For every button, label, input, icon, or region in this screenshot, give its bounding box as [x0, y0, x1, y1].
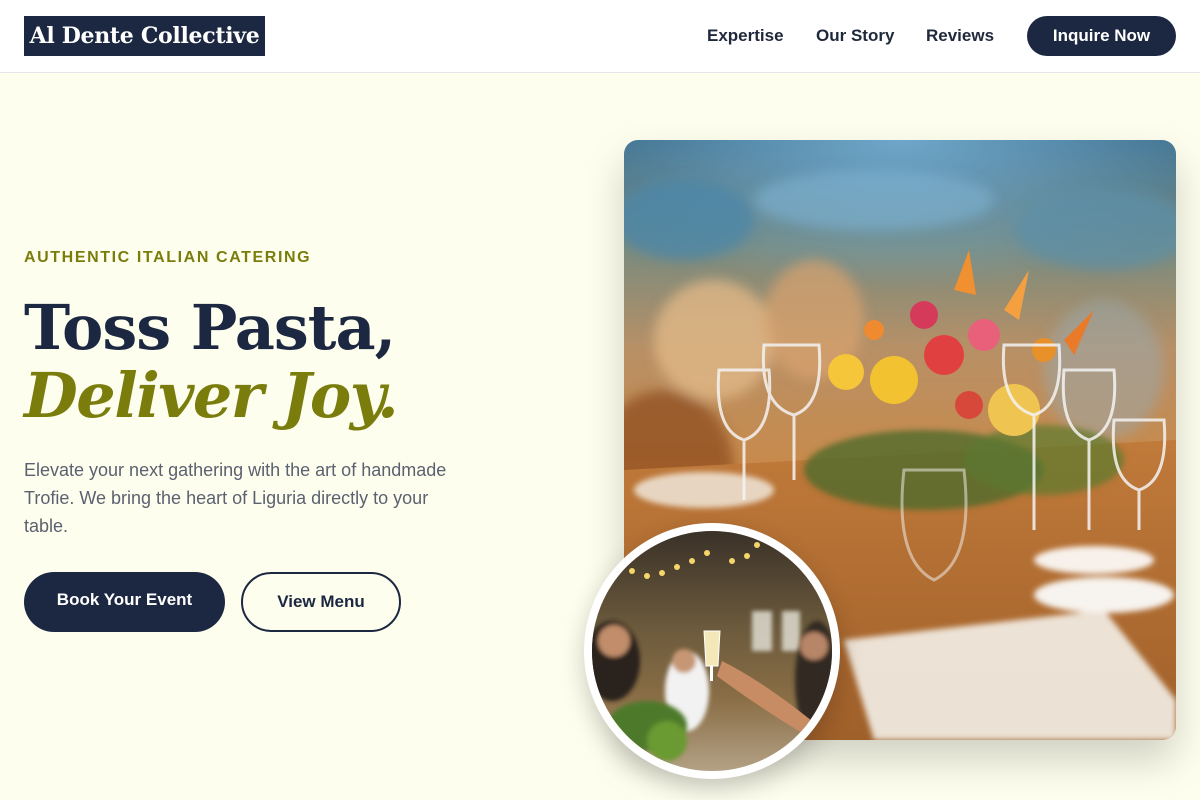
guests-toast-photo-inner — [592, 531, 832, 771]
hero-eyebrow: AUTHENTIC ITALIAN CATERING — [24, 249, 312, 266]
nav-link-our-story[interactable]: Our Story — [816, 24, 894, 48]
site-header: Al Dente Collective Expertise Our Story … — [0, 0, 1200, 73]
nav-link-expertise[interactable]: Expertise — [707, 24, 784, 48]
nav-link-reviews[interactable]: Reviews — [926, 24, 994, 48]
inquire-now-button[interactable]: Inquire Now — [1027, 16, 1176, 56]
view-menu-button[interactable]: View Menu — [241, 572, 401, 632]
toast-scene-illustration — [592, 542, 832, 761]
book-event-button[interactable]: Book Your Event — [24, 572, 225, 632]
guests-toast-photo — [584, 523, 840, 779]
hero-description: Elevate your next gathering with the art… — [24, 460, 447, 536]
hero-headline-line2: Deliver Joy. — [24, 359, 399, 432]
brand-logo[interactable]: Al Dente Collective — [24, 16, 265, 56]
hero-headline-line1: Toss Pasta, — [24, 291, 396, 364]
